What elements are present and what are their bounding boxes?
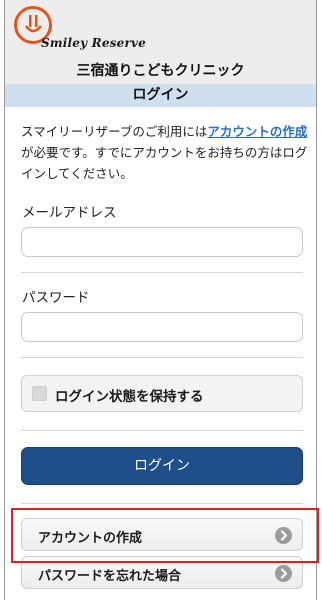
page-title: ログイン <box>5 84 316 107</box>
chevron-right-icon <box>275 565 292 582</box>
divider <box>21 272 303 273</box>
login-button[interactable]: ログイン <box>21 447 303 485</box>
forgot-password-button[interactable]: パスワードを忘れた場合 <box>21 556 303 589</box>
app-frame: Smiley Reserve 三宿通りこどもクリニック ログイン スマイリーリザ… <box>4 0 317 600</box>
password-field[interactable] <box>21 312 303 342</box>
divider <box>21 503 303 504</box>
logo-text: Smiley Reserve <box>41 36 146 50</box>
remember-login-toggle[interactable]: ログイン状態を保持する <box>21 375 303 412</box>
email-field[interactable] <box>21 227 303 257</box>
remember-label: ログイン状態を保持する <box>55 389 204 405</box>
remember-checkbox[interactable] <box>32 386 47 401</box>
link-label: アカウントの作成 <box>38 531 143 546</box>
header: Smiley Reserve 三宿通りこどもクリニック <box>5 0 316 84</box>
intro-text: スマイリーリザーブのご利用にはアカウントの作成が必要です。すでにアカウントをお持… <box>21 121 311 184</box>
chevron-right-icon <box>275 527 292 544</box>
create-account-button[interactable]: アカウントの作成 <box>21 518 303 551</box>
divider <box>21 357 303 358</box>
email-label: メールアドレス <box>22 205 117 221</box>
clinic-name: 三宿通りこどもクリニック <box>76 63 245 79</box>
password-label: パスワード <box>22 290 90 306</box>
divider <box>21 430 303 431</box>
intro-text-before: スマイリーリザーブのご利用には <box>21 124 208 139</box>
create-account-link[interactable]: アカウントの作成 <box>207 124 307 139</box>
intro-text-after: が必要です。すでにアカウントをお持ちの方はログインしてください。 <box>21 145 308 181</box>
link-label: パスワードを忘れた場合 <box>38 569 182 584</box>
